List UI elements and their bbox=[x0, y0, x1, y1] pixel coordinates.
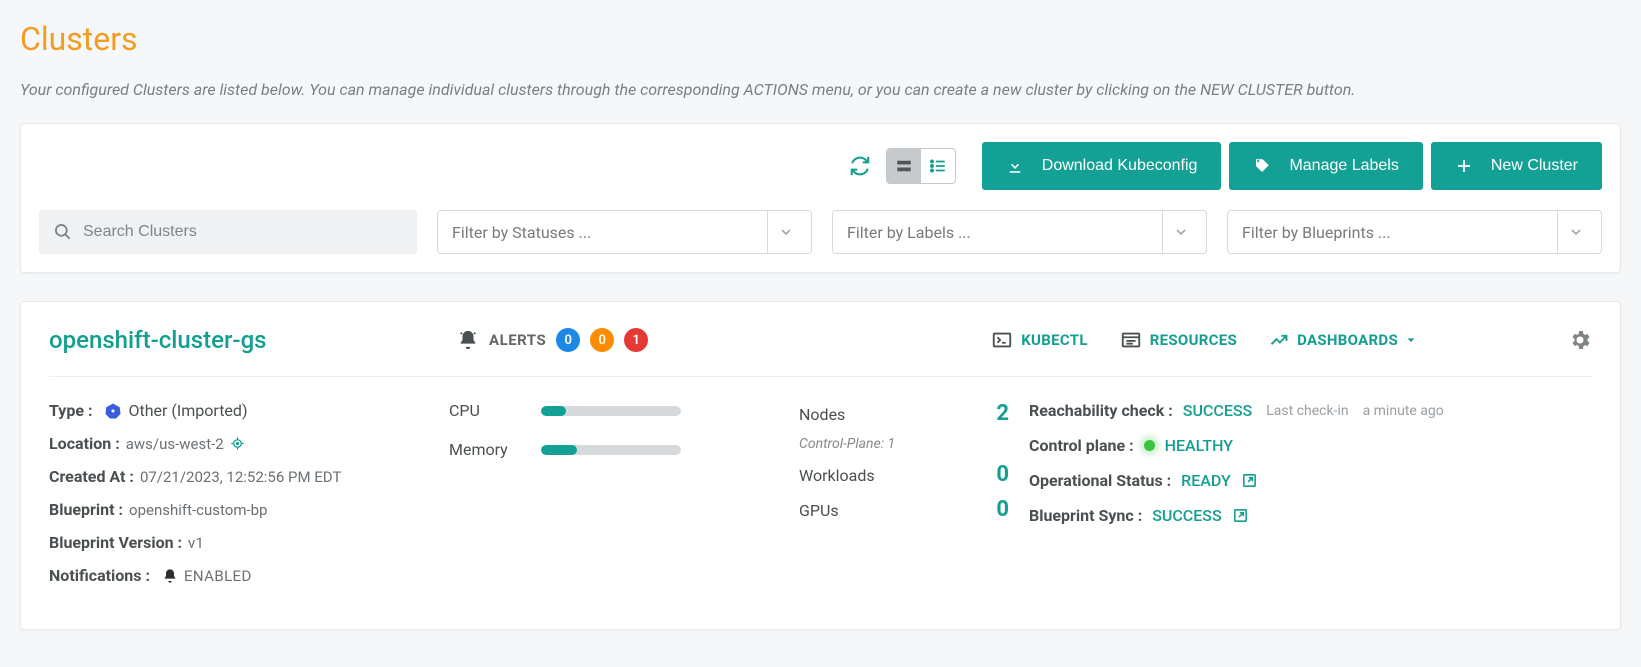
workloads-value: 0 bbox=[996, 462, 1009, 487]
meta-notifications-key: Notifications : bbox=[49, 566, 150, 585]
reachability-val: SUCCESS bbox=[1183, 401, 1252, 420]
meta-created-val: 07/21/2023, 12:52:56 PM EDT bbox=[140, 468, 341, 486]
kubectl-label: KUBECTL bbox=[1021, 331, 1088, 349]
card-view-icon bbox=[895, 157, 913, 175]
view-toggle-list[interactable] bbox=[921, 149, 955, 183]
reachability-hint-pre: Last check-in bbox=[1266, 403, 1348, 419]
memory-progress-fill bbox=[541, 445, 577, 455]
resources-link[interactable]: RESOURCES bbox=[1120, 329, 1237, 351]
alerts-badge-info[interactable]: 0 bbox=[556, 328, 580, 352]
cpu-label: CPU bbox=[449, 401, 513, 420]
memory-label: Memory bbox=[449, 440, 513, 459]
list-view-icon bbox=[929, 157, 947, 175]
toolbar-card: Download Kubeconfig Manage Labels New Cl… bbox=[20, 123, 1621, 273]
dashboards-label: DASHBOARDS bbox=[1297, 331, 1398, 349]
caret-down-icon bbox=[1406, 335, 1416, 345]
gear-icon bbox=[1568, 328, 1592, 352]
reachability-hint-time: a minute ago bbox=[1363, 403, 1444, 419]
bp-sync-val[interactable]: SUCCESS bbox=[1152, 506, 1221, 525]
meta-notifications-val: ENABLED bbox=[184, 567, 252, 585]
view-toggle bbox=[886, 148, 956, 184]
external-link-icon[interactable] bbox=[1232, 507, 1249, 524]
page-title: Clusters bbox=[20, 20, 1621, 58]
meta-bp-version-key: Blueprint Version : bbox=[49, 533, 182, 552]
view-toggle-card[interactable] bbox=[887, 149, 921, 183]
control-plane-sublabel: Control-Plane: 1 bbox=[799, 436, 1009, 452]
gpus-value: 0 bbox=[996, 497, 1009, 522]
refresh-button[interactable] bbox=[842, 148, 878, 184]
download-kubeconfig-button[interactable]: Download Kubeconfig bbox=[982, 142, 1222, 190]
download-icon bbox=[1006, 157, 1024, 175]
alerts-badge-warn[interactable]: 0 bbox=[590, 328, 614, 352]
cluster-card: openshift-cluster-gs ALERTS 0 0 1 KUBECT… bbox=[20, 301, 1621, 630]
meta-created-key: Created At : bbox=[49, 467, 134, 486]
filter-labels-placeholder: Filter by Labels ... bbox=[847, 223, 971, 242]
new-cluster-button[interactable]: New Cluster bbox=[1431, 142, 1602, 190]
op-status-key: Operational Status : bbox=[1029, 471, 1171, 490]
meta-type-val: Other (Imported) bbox=[128, 401, 247, 420]
cpu-progress bbox=[541, 406, 681, 416]
search-clusters-box[interactable] bbox=[39, 210, 417, 254]
bp-sync-key: Blueprint Sync : bbox=[1029, 506, 1142, 525]
nodes-label: Nodes bbox=[799, 405, 845, 424]
chevron-down-icon bbox=[767, 211, 803, 253]
healthy-dot-icon bbox=[1144, 440, 1155, 451]
download-kubeconfig-label: Download Kubeconfig bbox=[1042, 157, 1198, 175]
filter-labels-select[interactable]: Filter by Labels ... bbox=[832, 210, 1207, 254]
tag-icon bbox=[1253, 157, 1271, 175]
bell-icon bbox=[162, 568, 178, 584]
alerts-block: ALERTS 0 0 1 bbox=[457, 328, 648, 352]
plus-icon bbox=[1455, 157, 1473, 175]
dashboards-link[interactable]: DASHBOARDS bbox=[1269, 330, 1416, 350]
refresh-icon bbox=[849, 155, 871, 177]
alert-bell-icon bbox=[457, 329, 479, 351]
filter-blueprints-select[interactable]: Filter by Blueprints ... bbox=[1227, 210, 1602, 254]
control-plane-key: Control plane : bbox=[1029, 436, 1134, 455]
page-description: Your configured Clusters are listed belo… bbox=[20, 80, 1621, 99]
gpus-label: GPUs bbox=[799, 501, 839, 520]
cluster-settings-button[interactable] bbox=[1568, 328, 1592, 352]
workloads-label: Workloads bbox=[799, 466, 875, 485]
external-link-icon[interactable] bbox=[1241, 472, 1258, 489]
cluster-counts: Nodes 2 Control-Plane: 1 Workloads 0 GPU… bbox=[799, 401, 1009, 532]
new-cluster-label: New Cluster bbox=[1491, 157, 1578, 175]
alerts-badge-error[interactable]: 1 bbox=[624, 328, 648, 352]
meta-type-key: Type : bbox=[49, 401, 92, 420]
filter-status-placeholder: Filter by Statuses ... bbox=[452, 223, 591, 242]
meta-bp-version-val: v1 bbox=[188, 534, 204, 552]
filter-blueprints-placeholder: Filter by Blueprints ... bbox=[1242, 223, 1391, 242]
manage-labels-button[interactable]: Manage Labels bbox=[1229, 142, 1422, 190]
alerts-label: ALERTS bbox=[489, 331, 546, 349]
filter-status-select[interactable]: Filter by Statuses ... bbox=[437, 210, 812, 254]
chevron-down-icon bbox=[1162, 211, 1198, 253]
memory-progress bbox=[541, 445, 681, 455]
meta-blueprint-key: Blueprint : bbox=[49, 500, 123, 519]
location-target-icon bbox=[230, 436, 245, 451]
cluster-status-list: Reachability check : SUCCESS Last check-… bbox=[1029, 401, 1592, 541]
meta-blueprint-val: openshift-custom-bp bbox=[129, 501, 267, 519]
nodes-value: 2 bbox=[996, 401, 1009, 426]
cluster-name-link[interactable]: openshift-cluster-gs bbox=[49, 326, 429, 354]
search-icon bbox=[53, 222, 73, 242]
kubernetes-icon bbox=[104, 402, 122, 420]
kubectl-link[interactable]: KUBECTL bbox=[991, 329, 1088, 351]
resources-icon bbox=[1120, 329, 1142, 351]
trend-icon bbox=[1269, 330, 1289, 350]
resources-label: RESOURCES bbox=[1150, 331, 1237, 349]
chevron-down-icon bbox=[1557, 211, 1593, 253]
meta-location-val: aws/us-west-2 bbox=[126, 435, 224, 453]
reachability-key: Reachability check : bbox=[1029, 401, 1173, 420]
cluster-meta-list: Type : Other (Imported) Location : aws/u… bbox=[49, 401, 429, 599]
manage-labels-label: Manage Labels bbox=[1289, 157, 1398, 175]
search-input[interactable] bbox=[83, 223, 403, 241]
meta-location-key: Location : bbox=[49, 434, 120, 453]
cpu-progress-fill bbox=[541, 406, 566, 416]
control-plane-val: HEALTHY bbox=[1165, 436, 1233, 455]
resource-bars: CPU Memory bbox=[449, 401, 779, 479]
op-status-val[interactable]: READY bbox=[1181, 471, 1231, 490]
terminal-icon bbox=[991, 329, 1013, 351]
